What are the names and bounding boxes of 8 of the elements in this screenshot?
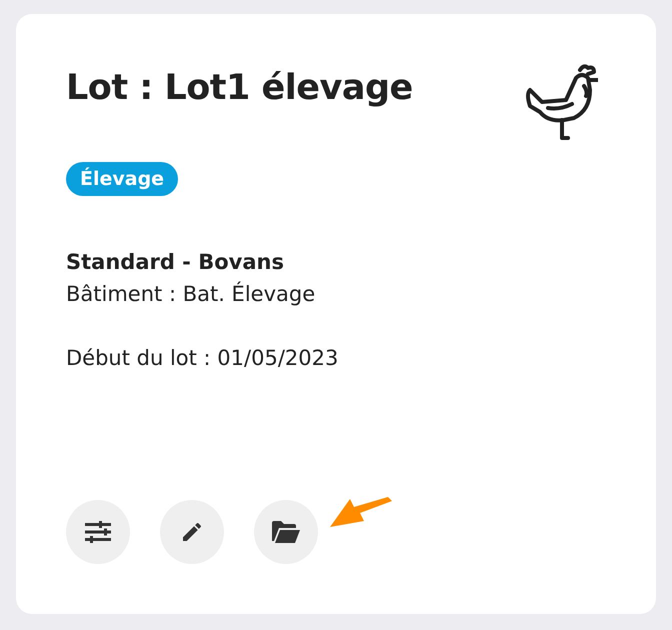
pencil-icon [180,520,204,544]
lot-title: Lot : Lot1 élevage [66,68,413,108]
building-label: Bâtiment : Bat. Élevage [66,282,316,306]
start-date-label: Début du lot : 01/05/2023 [66,346,338,370]
folder-icon [272,521,300,543]
category-badge: Élevage [66,162,178,196]
breed-label: Standard - Bovans [66,250,284,274]
sliders-icon [85,521,111,543]
